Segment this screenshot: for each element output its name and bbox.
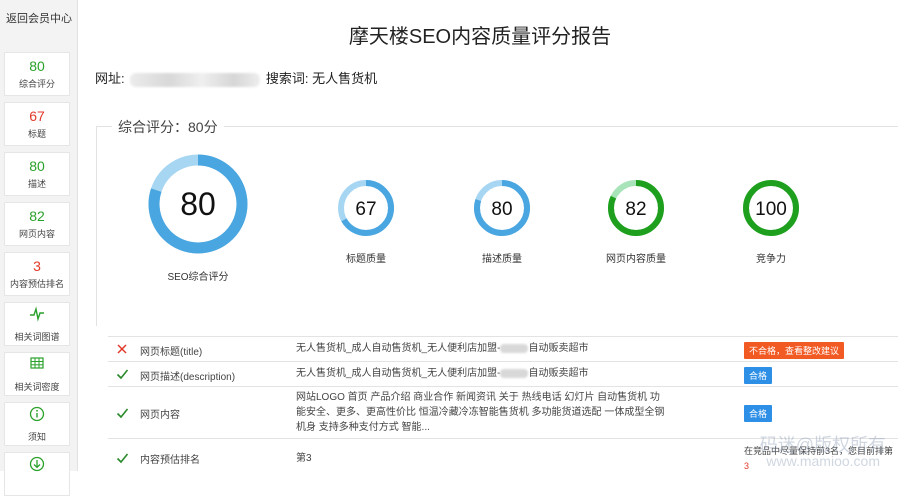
value-text: 无人售货机_成人自动售货机_无人便利店加盟- xyxy=(296,343,500,354)
pass-check-icon xyxy=(116,451,129,469)
sidebar-item-label: 综合评分 xyxy=(5,77,69,90)
gauge-title-quality: 67 标题质量 xyxy=(336,178,396,265)
blurred-brand xyxy=(500,369,528,378)
sidebar-item-label: 相关词密度 xyxy=(5,380,69,393)
blurred-brand xyxy=(500,344,528,353)
pass-check-icon xyxy=(116,406,129,424)
gauge-value: 100 xyxy=(755,199,787,220)
sidebar-item-value: 80 xyxy=(5,158,69,175)
value-text: 自动贩卖超市 xyxy=(528,368,588,379)
sidebar-item-label: 网页内容 xyxy=(5,227,69,240)
gauge-value: 67 xyxy=(355,199,376,220)
value-text: 无人售货机_成人自动售货机_无人便利店加盟- xyxy=(296,368,500,379)
gauge-value: 82 xyxy=(625,199,646,220)
check-item-name: 网页内容 xyxy=(140,406,180,421)
gauge-label: 网页内容质量 xyxy=(600,250,672,265)
overall-score-legend: 综合评分：80分 xyxy=(112,117,224,137)
sidebar-item-label: 相关词图谱 xyxy=(5,330,69,343)
url-keyword-line: 网址: 搜索词: 无人售货机 xyxy=(95,68,377,87)
gauge-seo-overall: 80 SEO综合评分 xyxy=(148,154,248,283)
gauge-description-quality: 80 描述质量 xyxy=(472,178,532,265)
sidebar-item-overall-score[interactable]: 80 综合评分 xyxy=(4,52,70,96)
sidebar-item-value: 67 xyxy=(5,108,69,125)
grid-icon xyxy=(5,356,69,378)
back-to-member-center-link[interactable]: 返回会员中心 xyxy=(0,10,78,26)
sidebar-item-value: 80 xyxy=(5,58,69,75)
pulse-icon xyxy=(5,306,69,328)
pass-check-icon xyxy=(116,367,129,385)
gauge-ring: 80 xyxy=(148,154,248,254)
sidebar: 返回会员中心 80 综合评分 67 标题 80 描述 82 网页内容 3 内容预… xyxy=(0,0,78,471)
sidebar-item-label: 须知 xyxy=(5,430,69,443)
sidebar-item-notice[interactable]: 须知 xyxy=(4,402,70,446)
sidebar-item-label: 标题 xyxy=(5,127,69,140)
sidebar-item-related-words-density[interactable]: 相关词密度 xyxy=(4,352,70,396)
check-item-value: 无人售货机_成人自动售货机_无人便利店加盟- 自动贩卖超市 xyxy=(296,341,676,356)
gauge-competitiveness: 100 竞争力 xyxy=(741,178,801,265)
gauge-ring: 67 xyxy=(336,178,396,238)
gauge-label: 标题质量 xyxy=(336,250,396,265)
check-item-value: 第3 xyxy=(296,451,676,466)
check-item-name: 网页描述(description) xyxy=(140,368,235,383)
sidebar-item-page-content[interactable]: 82 网页内容 xyxy=(4,202,70,246)
sidebar-item-label: 内容预估排名 xyxy=(5,277,69,290)
sidebar-item-estimated-rank[interactable]: 3 内容预估排名 xyxy=(4,252,70,296)
blurred-url xyxy=(130,73,260,87)
keyword-value: 无人售货机 xyxy=(312,71,377,86)
view-rectification-advice-button[interactable]: 不合格，查看整改建议 xyxy=(744,342,844,359)
rank-number: 3 xyxy=(744,461,749,471)
download-icon xyxy=(5,456,69,478)
watermark-url: www.mamioo.com xyxy=(766,453,880,469)
check-item-name: 网页标题(title) xyxy=(140,343,202,358)
sidebar-item-related-words-graph[interactable]: 相关词图谱 xyxy=(4,302,70,346)
gauge-label: 描述质量 xyxy=(472,250,532,265)
sidebar-item-value: 82 xyxy=(5,208,69,225)
sidebar-item-title[interactable]: 67 标题 xyxy=(4,102,70,146)
table-row: 网页标题(title) 无人售货机_成人自动售货机_无人便利店加盟- 自动贩卖超市… xyxy=(108,337,898,362)
gauge-value: 80 xyxy=(180,186,216,222)
pass-badge: 合格 xyxy=(744,405,772,422)
gauge-ring: 100 xyxy=(741,178,801,238)
url-label: 网址: xyxy=(95,71,125,86)
gauge-label: SEO综合评分 xyxy=(148,268,248,283)
info-icon xyxy=(5,406,69,428)
gauge-page-content-quality: 82 网页内容质量 xyxy=(600,178,672,265)
check-item-value: 网站LOGO 首页 产品介绍 商业合作 新闻资讯 关于 热线电话 幻灯片 自动售… xyxy=(296,390,666,435)
report-title: 摩天楼SEO内容质量评分报告 xyxy=(80,20,880,49)
sidebar-item-label: 描述 xyxy=(5,177,69,190)
check-item-name: 内容预估排名 xyxy=(140,451,200,466)
gauge-ring: 82 xyxy=(606,178,666,238)
sidebar-item-description[interactable]: 80 描述 xyxy=(4,152,70,196)
sidebar-item-value: 3 xyxy=(5,258,69,275)
pass-badge: 合格 xyxy=(744,367,772,384)
value-text: 自动贩卖超市 xyxy=(528,343,588,354)
table-row: 网页描述(description) 无人售货机_成人自动售货机_无人便利店加盟-… xyxy=(108,362,898,387)
fail-x-icon xyxy=(116,342,128,360)
gauge-label: 竞争力 xyxy=(741,250,801,265)
check-item-value: 无人售货机_成人自动售货机_无人便利店加盟- 自动贩卖超市 xyxy=(296,366,676,381)
keyword-label: 搜索词: xyxy=(266,71,309,86)
gauge-ring: 80 xyxy=(472,178,532,238)
sidebar-item-download[interactable] xyxy=(4,452,70,496)
gauge-value: 80 xyxy=(491,199,512,220)
